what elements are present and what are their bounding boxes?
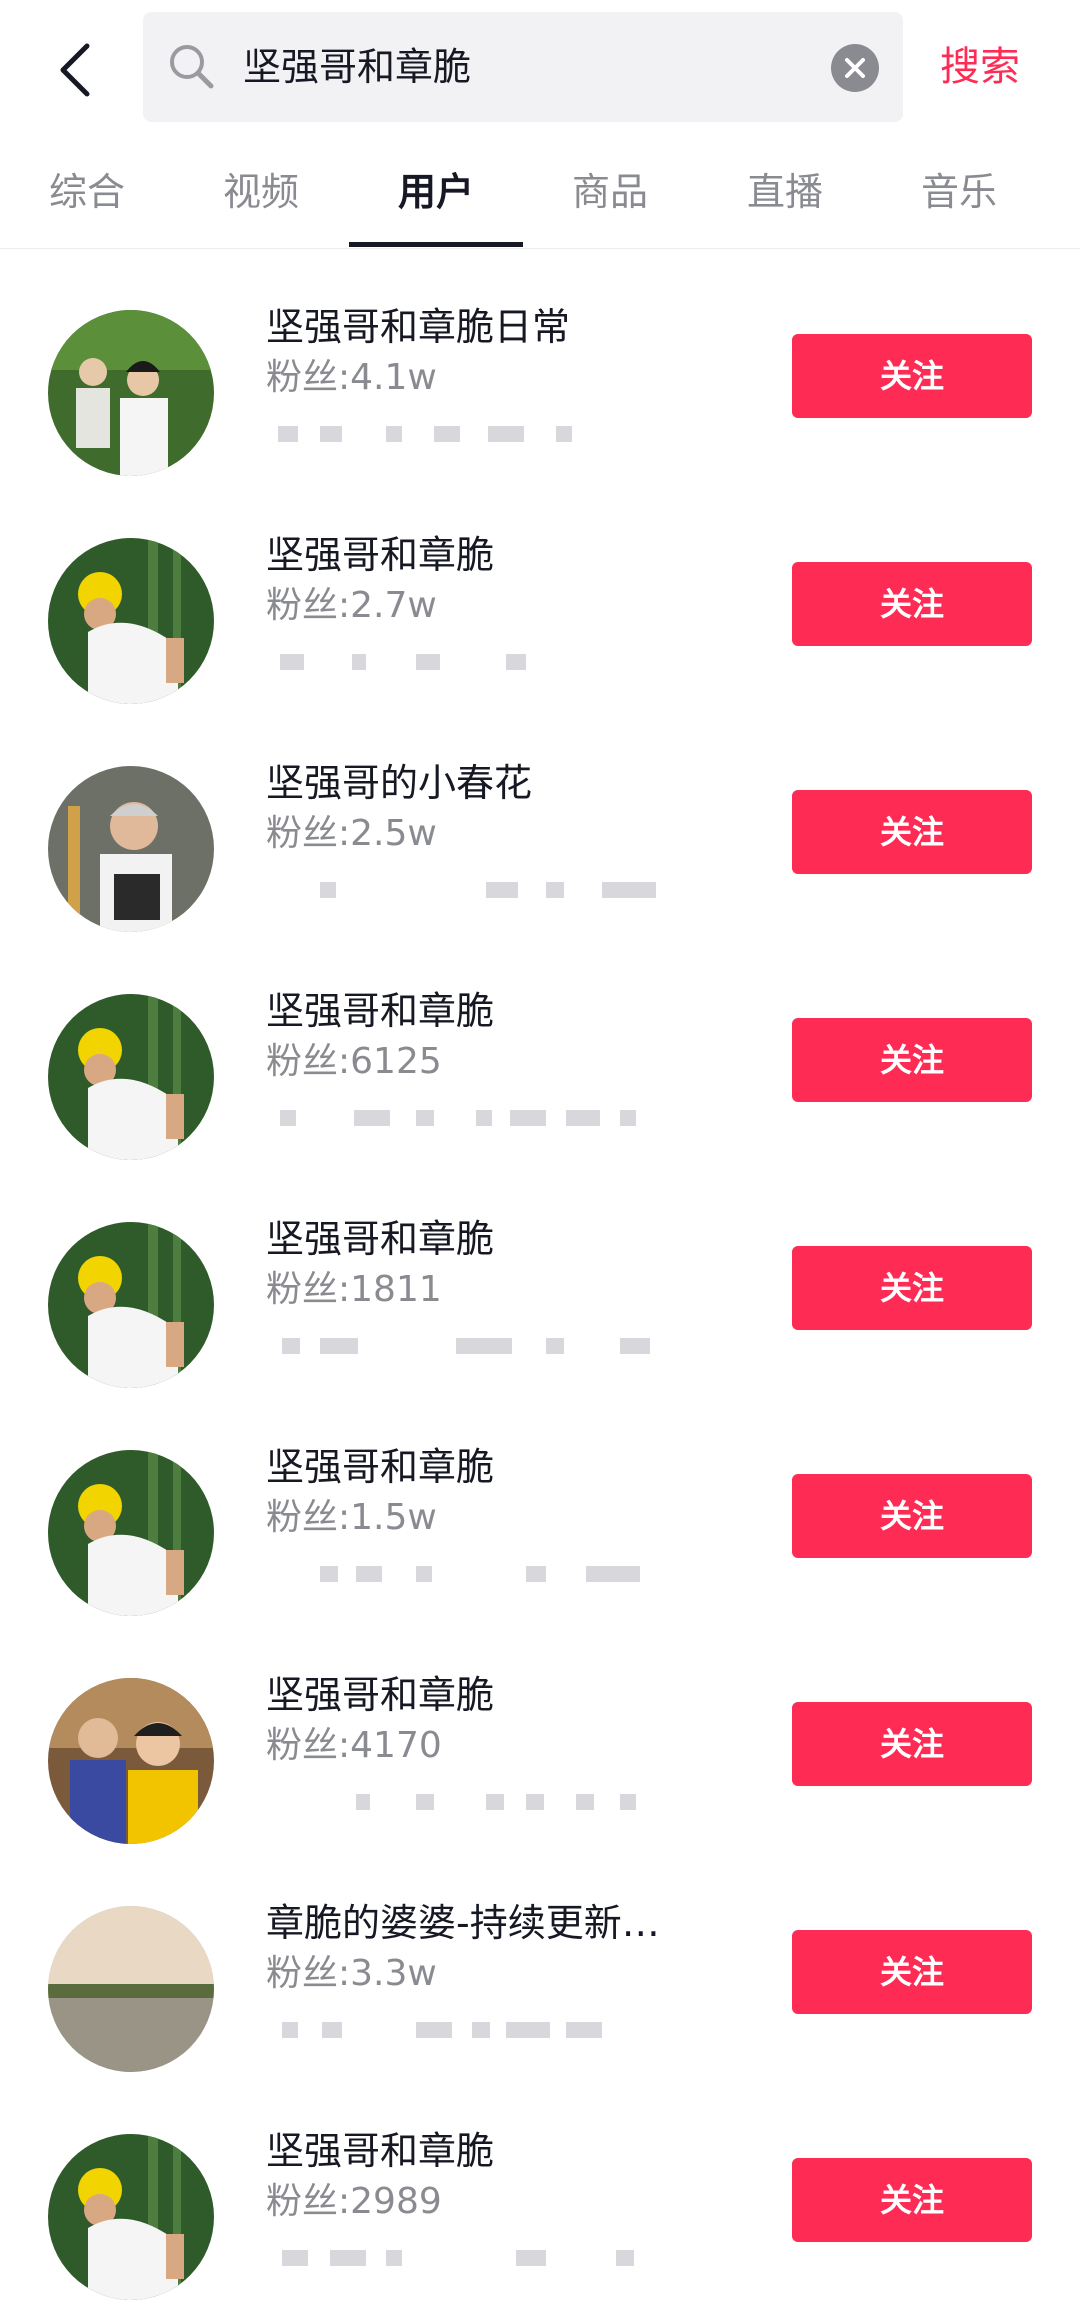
tab-comprehensive[interactable]: 综合: [0, 140, 174, 248]
blurred-id: [266, 2018, 686, 2042]
follow-button[interactable]: 关注: [792, 2158, 1032, 2242]
user-row[interactable]: 章脆的婆婆-持续更新… 粉丝:3.3w 关注: [0, 1846, 1080, 2074]
active-tab-indicator: [349, 242, 523, 247]
close-icon: [845, 58, 865, 78]
fans-count: 粉丝:4.1w: [266, 357, 437, 398]
tab-music[interactable]: 音乐: [872, 140, 1046, 248]
blurred-id: [266, 1790, 686, 1814]
avatar[interactable]: [48, 1906, 214, 2072]
search-input[interactable]: 坚强哥和章脆: [243, 12, 471, 122]
user-name: 坚强哥和章脆: [266, 1217, 495, 1261]
chevron-left-icon: [60, 43, 90, 97]
user-row[interactable]: 坚强哥和章脆日常 粉丝:4.1w 关注: [0, 250, 1080, 478]
fans-count: 粉丝:6125: [266, 1041, 442, 1082]
follow-button[interactable]: 关注: [792, 1702, 1032, 1786]
fans-count: 粉丝:2.7w: [266, 585, 437, 626]
follow-button[interactable]: 关注: [792, 790, 1032, 874]
top-bar: 坚强哥和章脆 搜索: [0, 0, 1080, 140]
user-name: 坚强哥和章脆: [266, 989, 495, 1033]
user-name: 坚强哥和章脆: [266, 1673, 495, 1717]
fans-count: 粉丝:1.5w: [266, 1497, 437, 1538]
blurred-id: [266, 1562, 686, 1586]
fans-count: 粉丝:1811: [266, 1269, 442, 1310]
user-row[interactable]: 坚强哥和章脆 粉丝:1.5w 关注: [0, 1390, 1080, 1618]
fans-count: 粉丝:2.5w: [266, 813, 437, 854]
user-row[interactable]: 坚强哥和章脆 粉丝:4170 关注: [0, 1618, 1080, 1846]
search-button[interactable]: 搜索: [940, 32, 1020, 102]
follow-button[interactable]: 关注: [792, 1246, 1032, 1330]
fans-count: 粉丝:2989: [266, 2181, 442, 2222]
search-box[interactable]: 坚强哥和章脆: [143, 12, 903, 122]
avatar-lake-landscape: [48, 1906, 214, 2072]
avatar[interactable]: [48, 994, 214, 1160]
blurred-id: [266, 1334, 686, 1358]
avatar-worker-hat: [48, 1450, 214, 1616]
tab-live[interactable]: 直播: [698, 140, 872, 248]
avatar-worker-hat: [48, 994, 214, 1160]
avatar[interactable]: [48, 2134, 214, 2300]
avatar[interactable]: [48, 766, 214, 932]
follow-button[interactable]: 关注: [792, 562, 1032, 646]
search-icon: [170, 45, 214, 89]
avatar[interactable]: [48, 538, 214, 704]
fans-count: 粉丝:3.3w: [266, 1953, 437, 1994]
tab-video[interactable]: 视频: [174, 140, 348, 248]
blurred-id: [266, 2246, 686, 2270]
tab-users[interactable]: 用户: [349, 140, 523, 248]
user-row[interactable]: 坚强哥和章脆 粉丝:6125 关注: [0, 934, 1080, 1162]
avatar-couple-outdoor: [48, 310, 214, 476]
avatar[interactable]: [48, 1222, 214, 1388]
tab-bar: 综合 视频 用户 商品 直播 音乐: [0, 140, 1080, 249]
fans-count: 粉丝:4170: [266, 1725, 442, 1766]
blurred-id: [266, 878, 686, 902]
blurred-id: [266, 650, 686, 674]
back-button[interactable]: [40, 30, 110, 110]
avatar[interactable]: [48, 1678, 214, 1844]
user-name: 坚强哥和章脆日常: [266, 305, 571, 349]
avatar-worker-hat: [48, 1222, 214, 1388]
avatar[interactable]: [48, 1450, 214, 1616]
user-row[interactable]: 坚强哥和章脆 粉丝:2.7w 关注: [0, 478, 1080, 706]
user-row[interactable]: 坚强哥和章脆 粉丝:2989 关注: [0, 2074, 1080, 2302]
user-name: 坚强哥和章脆: [266, 2129, 495, 2173]
user-name: 坚强哥的小春花: [266, 761, 533, 805]
tab-products[interactable]: 商品: [523, 140, 697, 248]
avatar[interactable]: [48, 310, 214, 476]
user-row[interactable]: 坚强哥和章脆 粉丝:1811 关注: [0, 1162, 1080, 1390]
avatar-couple-smiling: [48, 1678, 214, 1844]
user-row[interactable]: 坚强哥的小春花 粉丝:2.5w 关注: [0, 706, 1080, 934]
user-name: 坚强哥和章脆: [266, 1445, 495, 1489]
user-name: 坚强哥和章脆: [266, 533, 495, 577]
clear-button[interactable]: [831, 44, 879, 92]
follow-button[interactable]: 关注: [792, 334, 1032, 418]
avatar-man-portrait: [48, 766, 214, 932]
follow-button[interactable]: 关注: [792, 1930, 1032, 2014]
blurred-id: [266, 422, 686, 446]
blurred-id: [266, 1106, 686, 1130]
avatar-worker-hat: [48, 538, 214, 704]
follow-button[interactable]: 关注: [792, 1018, 1032, 1102]
user-name: 章脆的婆婆-持续更新…: [266, 1901, 660, 1945]
follow-button[interactable]: 关注: [792, 1474, 1032, 1558]
avatar-worker-hat: [48, 2134, 214, 2300]
